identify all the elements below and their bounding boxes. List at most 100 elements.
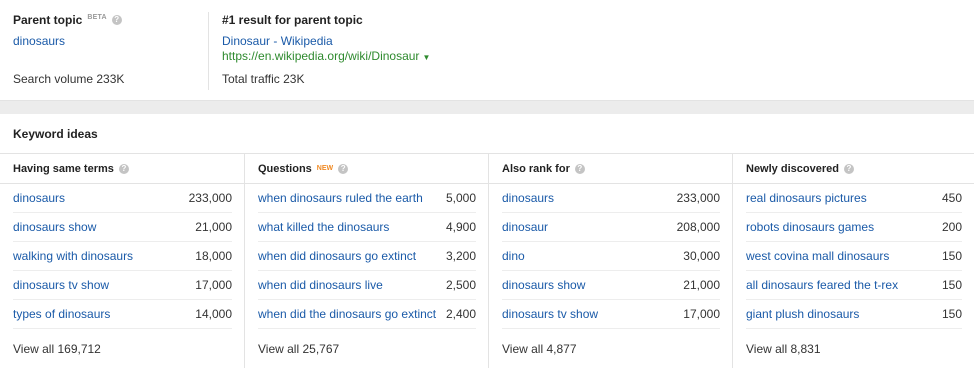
keyword-volume: 4,900 — [445, 220, 476, 234]
keyword-link[interactable]: dinosaurs — [13, 191, 65, 205]
keyword-volume: 3,200 — [445, 249, 476, 263]
keyword-row: dinosaur 208,000 — [502, 213, 720, 242]
keyword-column-newly-discovered: Newly discovered ? real dinosaurs pictur… — [732, 154, 974, 368]
keyword-link[interactable]: dinosaurs tv show — [13, 278, 109, 292]
top-result-url-row[interactable]: https://en.wikipedia.org/wiki/Dinosaur ▼ — [222, 49, 430, 63]
keyword-row: when did the dinosaurs go extinct 2,400 — [258, 300, 476, 329]
keyword-volume: 450 — [941, 191, 962, 205]
keyword-row: west covina mall dinosaurs 150 — [746, 242, 962, 271]
help-icon[interactable]: ? — [338, 164, 349, 174]
column-title: Newly discovered — [746, 163, 839, 175]
keyword-row: types of dinosaurs 14,000 — [13, 300, 232, 329]
keyword-row: dinosaurs 233,000 — [502, 184, 720, 213]
keyword-volume: 233,000 — [188, 191, 232, 205]
keyword-link[interactable]: when did the dinosaurs go extinct — [258, 307, 436, 321]
keyword-link[interactable]: dinosaurs tv show — [502, 307, 598, 321]
total-traffic: Total traffic 23K — [222, 72, 305, 86]
parent-topic-link[interactable]: dinosaurs — [13, 34, 65, 48]
keyword-row: dinosaurs show 21,000 — [13, 213, 232, 242]
top-result-section: #1 result for parent topic Dinosaur - Wi… — [222, 13, 922, 91]
help-icon[interactable]: ? — [111, 15, 122, 25]
keyword-link[interactable]: walking with dinosaurs — [13, 249, 133, 263]
column-title-row: Questions NEW ? — [258, 163, 349, 175]
keyword-volume: 5,000 — [445, 191, 476, 205]
view-all-link[interactable]: View all 25,767 — [258, 342, 339, 356]
keyword-link[interactable]: real dinosaurs pictures — [746, 191, 867, 205]
keyword-volume: 21,000 — [683, 278, 720, 292]
parent-topic-label-row: Parent topic BETA ? — [13, 13, 208, 27]
keyword-link[interactable]: dinosaurs show — [13, 220, 96, 234]
keyword-volume: 150 — [941, 249, 962, 263]
keyword-volume: 150 — [941, 307, 962, 321]
keyword-link[interactable]: dinosaurs show — [502, 278, 585, 292]
keyword-column-questions: Questions NEW ? when dinosaurs ruled the… — [244, 154, 488, 368]
keyword-column-also-rank-for: Also rank for ? dinosaurs 233,000 dinosau… — [488, 154, 732, 368]
keyword-link[interactable]: when dinosaurs ruled the earth — [258, 191, 423, 205]
keyword-volume: 30,000 — [683, 249, 720, 263]
keyword-volume: 2,400 — [445, 307, 476, 321]
keyword-row: when did dinosaurs live 2,500 — [258, 271, 476, 300]
search-volume: Search volume 233K — [13, 72, 125, 86]
parent-topic-label: Parent topic — [13, 13, 83, 27]
keyword-list: dinosaurs 233,000 dinosaur 208,000 dino 30,… — [502, 184, 720, 329]
section-gap — [0, 100, 974, 114]
keyword-volume: 18,000 — [195, 249, 232, 263]
view-all-link[interactable]: View all 169,712 — [13, 342, 101, 356]
column-title-row: Having same terms ? — [13, 163, 129, 175]
view-all-link[interactable]: View all 4,877 — [502, 342, 577, 356]
column-title-row: Newly discovered ? — [746, 163, 854, 175]
new-badge: NEW — [316, 164, 334, 172]
keyword-volume: 2,500 — [445, 278, 476, 292]
keyword-row: dinosaurs tv show 17,000 — [13, 271, 232, 300]
parent-topic-section: Parent topic BETA ? dinosaurs Search vol… — [13, 13, 208, 91]
help-icon[interactable]: ? — [843, 164, 854, 174]
keyword-row: robots dinosaurs games 200 — [746, 213, 962, 242]
keyword-link[interactable]: what killed the dinosaurs — [258, 220, 389, 234]
column-title: Having same terms — [13, 163, 114, 175]
keyword-row: when did dinosaurs go extinct 3,200 — [258, 242, 476, 271]
keyword-row: giant plush dinosaurs 150 — [746, 300, 962, 329]
keyword-volume: 208,000 — [676, 220, 720, 234]
keyword-row: what killed the dinosaurs 4,900 — [258, 213, 476, 242]
keyword-link[interactable]: west covina mall dinosaurs — [746, 249, 889, 263]
column-title-row: Also rank for ? — [502, 163, 585, 175]
keyword-volume: 21,000 — [195, 220, 232, 234]
view-all-link[interactable]: View all 8,831 — [746, 342, 821, 356]
keyword-row: walking with dinosaurs 18,000 — [13, 242, 232, 271]
top-result-title-link[interactable]: Dinosaur - Wikipedia — [222, 34, 333, 48]
help-icon[interactable]: ? — [118, 164, 129, 174]
help-icon[interactable]: ? — [574, 164, 585, 174]
caret-down-icon[interactable]: ▼ — [422, 53, 430, 62]
keyword-link[interactable]: giant plush dinosaurs — [746, 307, 859, 321]
keyword-link[interactable]: robots dinosaurs games — [746, 220, 874, 234]
keyword-volume: 150 — [941, 278, 962, 292]
keyword-link[interactable]: dino — [502, 249, 525, 263]
divider — [208, 12, 209, 90]
keyword-link[interactable]: dinosaurs — [502, 191, 554, 205]
keyword-volume: 14,000 — [195, 307, 232, 321]
keyword-row: dinosaurs show 21,000 — [502, 271, 720, 300]
column-title: Also rank for — [502, 163, 570, 175]
keyword-list: when dinosaurs ruled the earth 5,000 what… — [258, 184, 476, 329]
keyword-row: dinosaurs tv show 17,000 — [502, 300, 720, 329]
keyword-link[interactable]: when did dinosaurs go extinct — [258, 249, 416, 263]
keyword-link[interactable]: dinosaur — [502, 220, 548, 234]
beta-badge: BETA — [87, 14, 107, 21]
overview-panel: Parent topic BETA ? dinosaurs Search vol… — [0, 0, 974, 100]
keyword-volume: 200 — [941, 220, 962, 234]
keyword-ideas-heading: Keyword ideas — [13, 127, 98, 141]
keyword-row: dino 30,000 — [502, 242, 720, 271]
keyword-link[interactable]: types of dinosaurs — [13, 307, 110, 321]
keyword-link[interactable]: when did dinosaurs live — [258, 278, 383, 292]
keyword-link[interactable]: all dinosaurs feared the t-rex — [746, 278, 898, 292]
top-result-url[interactable]: https://en.wikipedia.org/wiki/Dinosaur — [222, 49, 419, 63]
keyword-volume: 17,000 — [683, 307, 720, 321]
column-title: Questions — [258, 163, 312, 175]
keyword-row: when dinosaurs ruled the earth 5,000 — [258, 184, 476, 213]
keyword-row: dinosaurs 233,000 — [13, 184, 232, 213]
keyword-row: real dinosaurs pictures 450 — [746, 184, 962, 213]
keyword-row: all dinosaurs feared the t-rex 150 — [746, 271, 962, 300]
keyword-volume: 17,000 — [195, 278, 232, 292]
keyword-list: real dinosaurs pictures 450 robots dinosa… — [746, 184, 962, 329]
top-result-label: #1 result for parent topic — [222, 13, 363, 27]
